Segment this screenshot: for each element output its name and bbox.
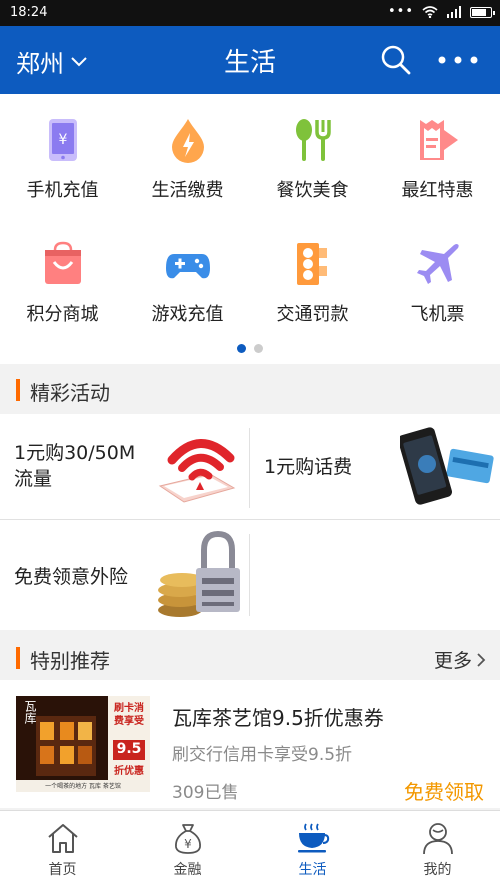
grid-item-traffic-fine[interactable]: 交通罚款: [250, 218, 375, 328]
phone-recharge-icon: ¥: [48, 119, 77, 161]
grid-label: 游戏充值: [151, 304, 224, 325]
tab-finance[interactable]: ¥ 金融: [125, 811, 250, 888]
activities-panel: 1元购30/50M流量 1元购话费 免费领意外险: [0, 414, 500, 630]
tab-life[interactable]: 生活: [250, 811, 375, 888]
thumb-promo-bottom: 折优惠: [114, 766, 144, 777]
section-accent-bar: [16, 647, 20, 669]
more-options-icon[interactable]: [436, 48, 480, 72]
page-indicator: [0, 344, 500, 353]
status-bar: 18:24 •••: [0, 0, 500, 26]
battery-icon: [470, 6, 495, 18]
app-header: 郑州 生活: [0, 26, 500, 94]
phone-card-illustration: [400, 427, 494, 505]
user-icon: [422, 823, 453, 855]
claim-button[interactable]: 免费领取: [404, 776, 484, 805]
grid-label: 飞机票: [410, 304, 465, 325]
section-accent-bar: [16, 379, 20, 401]
grid-label: 餐饮美食: [276, 180, 349, 201]
signal-icon: [447, 6, 461, 18]
service-grid: ¥ 手机充值 生活缴费 餐饮美食 最红特惠 积分商城 游戏充值 交通罚款 飞机票: [0, 94, 500, 364]
points-mall-icon: [44, 241, 81, 284]
tab-label: 生活: [298, 862, 327, 878]
thumb-promo-number: 9.5: [116, 741, 142, 757]
grid-item-dining[interactable]: 餐饮美食: [250, 94, 375, 204]
grid-item-utility-bill[interactable]: 生活缴费: [125, 94, 250, 204]
activity-label: 1元购话费: [264, 456, 353, 478]
grid-label: 积分商城: [26, 304, 99, 325]
status-time: 18:24: [10, 5, 48, 20]
grid-item-flight-ticket[interactable]: 飞机票: [375, 218, 500, 328]
utility-bill-icon: [171, 119, 204, 163]
tab-home[interactable]: 首页: [0, 811, 125, 888]
thumb-promo-top: 刷卡消费享受: [114, 703, 144, 727]
item-sold-count: 309已售: [172, 783, 239, 803]
grid-item-points-mall[interactable]: 积分商城: [0, 218, 125, 328]
notification-dots-icon: •••: [387, 4, 414, 19]
activity-accident-insurance[interactable]: 免费领意外险: [0, 520, 249, 625]
search-icon[interactable]: [380, 44, 412, 76]
bottom-tab-bar: 首页 ¥ 金融 生活 我的: [0, 810, 500, 888]
tab-label: 金融: [173, 862, 202, 878]
section-header-activities: 精彩活动: [0, 364, 500, 414]
page-dot-active: [237, 344, 246, 353]
page-dot: [254, 344, 263, 353]
coins-lock-illustration: [158, 530, 240, 617]
grid-item-game-recharge[interactable]: 游戏充值: [125, 218, 250, 328]
teahouse-thumbnail: 瓦库 刷卡消费享受 9.5 折优惠 一个喝茶的地方 瓦库 茶艺馆: [16, 696, 150, 792]
activity-data-traffic[interactable]: 1元购30/50M流量: [0, 414, 249, 519]
tab-label: 我的: [423, 862, 452, 878]
discount-tag-icon: [419, 120, 458, 160]
tab-mine[interactable]: 我的: [375, 811, 500, 888]
money-bag-icon: ¥: [174, 824, 201, 854]
svg-text:¥: ¥: [184, 837, 192, 851]
section-title: 特别推荐: [30, 649, 110, 673]
dining-icon: [295, 119, 331, 161]
gamepad-icon: [165, 254, 210, 279]
status-icons: •••: [387, 4, 495, 19]
page-title: 生活: [223, 48, 276, 78]
grid-label: 生活缴费: [151, 180, 224, 201]
chevron-right-icon: [477, 652, 486, 667]
more-link[interactable]: 更多: [434, 646, 486, 673]
thumb-brand: 瓦库: [23, 700, 37, 724]
wifi-icon: [422, 6, 438, 18]
airplane-icon: [416, 244, 459, 284]
item-title: 瓦库茶艺馆9.5折优惠券: [172, 706, 384, 730]
traffic-light-icon: [296, 243, 327, 285]
coffee-cup-icon: [297, 823, 329, 853]
grid-label: 最红特惠: [401, 180, 474, 201]
grid-item-phone-recharge[interactable]: ¥ 手机充值: [0, 94, 125, 204]
section-header-recommend: 特别推荐 更多: [0, 632, 500, 682]
tab-label: 首页: [48, 862, 77, 878]
grid-label: 交通罚款: [276, 304, 349, 325]
svg-text:¥: ¥: [58, 132, 67, 148]
divider: [249, 534, 250, 616]
activity-label: 免费领意外险: [14, 566, 129, 588]
wifi-phone-illustration: [158, 439, 236, 503]
section-title: 精彩活动: [30, 381, 110, 405]
activity-phone-credit[interactable]: 1元购话费: [250, 414, 499, 519]
more-label: 更多: [433, 650, 472, 672]
grid-label: 手机充值: [26, 180, 99, 201]
home-icon: [47, 824, 78, 853]
activity-label: 1元购30/50M流量: [14, 442, 136, 490]
thumb-caption: 一个喝茶的地方 瓦库 茶艺馆: [45, 783, 121, 790]
grid-item-discount[interactable]: 最红特惠: [375, 94, 500, 204]
recommend-item[interactable]: 瓦库 刷卡消费享受 9.5 折优惠 一个喝茶的地方 瓦库 茶艺馆 瓦库茶艺馆9.…: [0, 680, 500, 808]
item-description: 刷交行信用卡享受9.5折: [172, 745, 353, 765]
